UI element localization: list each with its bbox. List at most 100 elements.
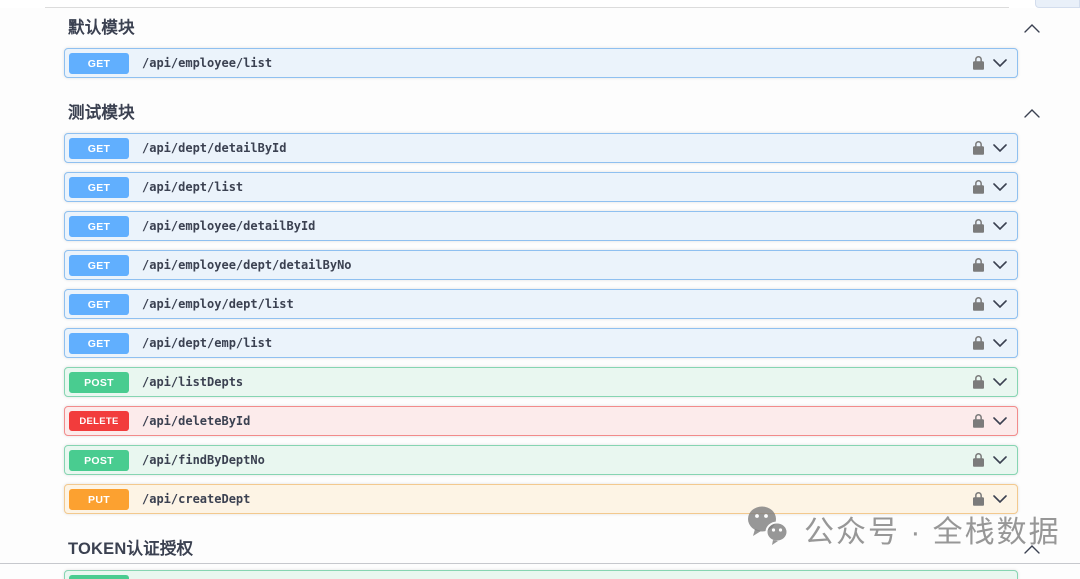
api-section: TOKEN认证授权 POST /token/generate xyxy=(0,523,1080,579)
chevron-down-icon xyxy=(993,374,1007,389)
expand-endpoint-button[interactable] xyxy=(993,339,1007,347)
endpoint-path: /api/employee/dept/detailByNo xyxy=(142,258,973,272)
section-rows: GET /api/employee/list xyxy=(64,48,1018,78)
auth-lock-button[interactable] xyxy=(973,56,984,70)
expand-endpoint-button[interactable] xyxy=(993,144,1007,152)
endpoint-path: /api/employee/list xyxy=(142,56,973,70)
endpoint-row[interactable]: POST /api/findByDeptNo xyxy=(64,445,1018,475)
method-badge: POST xyxy=(69,372,129,393)
chevron-down-icon xyxy=(993,218,1007,233)
lock-icon xyxy=(973,455,984,470)
method-badge: GET xyxy=(69,53,129,74)
auth-lock-button[interactable] xyxy=(973,219,984,233)
endpoint-path: /api/employee/detailById xyxy=(142,219,973,233)
endpoint-path: /api/dept/list xyxy=(142,180,973,194)
section-header: 默认模块 xyxy=(0,8,1080,48)
endpoint-row[interactable]: GET /api/dept/emp/list xyxy=(64,328,1018,358)
auth-lock-button[interactable] xyxy=(973,414,984,428)
expand-endpoint-button[interactable] xyxy=(993,183,1007,191)
collapse-section-button[interactable] xyxy=(1022,543,1042,556)
section-title[interactable]: TOKEN认证授权 xyxy=(68,537,1022,561)
auth-lock-button[interactable] xyxy=(973,297,984,311)
section-header: 测试模块 xyxy=(0,87,1080,133)
lock-icon xyxy=(973,494,984,509)
expand-endpoint-button[interactable] xyxy=(993,300,1007,308)
auth-lock-button[interactable] xyxy=(973,258,984,272)
auth-lock-button[interactable] xyxy=(973,375,984,389)
lock-icon xyxy=(973,377,984,392)
row-icons xyxy=(973,297,1007,311)
endpoint-row[interactable]: GET /api/employ/dept/list xyxy=(64,289,1018,319)
auth-lock-button[interactable] xyxy=(973,180,984,194)
endpoint-path: /api/dept/emp/list xyxy=(142,336,973,350)
endpoint-path: /api/dept/detailById xyxy=(142,141,973,155)
lock-icon xyxy=(973,182,984,197)
lock-icon xyxy=(973,260,984,275)
row-icons xyxy=(973,492,1007,506)
method-badge: GET xyxy=(69,333,129,354)
chevron-down-icon xyxy=(993,179,1007,194)
endpoint-row[interactable]: GET /api/employee/list xyxy=(64,48,1018,78)
method-badge: GET xyxy=(69,255,129,276)
endpoint-path: /api/deleteById xyxy=(142,414,973,428)
endpoint-row[interactable]: POST /api/listDepts xyxy=(64,367,1018,397)
endpoint-row[interactable]: GET /api/dept/list xyxy=(64,172,1018,202)
row-icons xyxy=(973,219,1007,233)
endpoint-row[interactable]: PUT /api/createDept xyxy=(64,484,1018,514)
collapse-section-button[interactable] xyxy=(1022,22,1042,35)
method-badge: PUT xyxy=(69,489,129,510)
row-icons xyxy=(973,336,1007,350)
row-icons xyxy=(973,453,1007,467)
expand-endpoint-button[interactable] xyxy=(993,59,1007,67)
chevron-down-icon xyxy=(993,491,1007,506)
endpoint-row[interactable]: GET /api/employee/dept/detailByNo xyxy=(64,250,1018,280)
endpoint-row[interactable]: DELETE /api/deleteById xyxy=(64,406,1018,436)
section-rows: POST /token/generate xyxy=(64,570,1018,579)
method-badge: GET xyxy=(69,177,129,198)
auth-lock-button[interactable] xyxy=(973,453,984,467)
chevron-up-icon xyxy=(1024,106,1040,121)
chevron-down-icon xyxy=(993,452,1007,467)
chevron-down-icon xyxy=(993,335,1007,350)
api-doc: 默认模块 GET /api/employee/list xyxy=(0,8,1080,579)
collapse-section-button[interactable] xyxy=(1022,107,1042,120)
section-header: TOKEN认证授权 xyxy=(0,523,1080,564)
endpoint-row[interactable]: GET /api/dept/detailById xyxy=(64,133,1018,163)
endpoint-path: /api/listDepts xyxy=(142,375,973,389)
auth-lock-button[interactable] xyxy=(973,492,984,506)
expand-endpoint-button[interactable] xyxy=(993,456,1007,464)
lock-icon xyxy=(973,416,984,431)
row-icons xyxy=(973,414,1007,428)
auth-lock-button[interactable] xyxy=(973,141,984,155)
section-title[interactable]: 测试模块 xyxy=(68,101,1022,125)
method-badge: GET xyxy=(69,294,129,315)
expand-endpoint-button[interactable] xyxy=(993,495,1007,503)
chevron-down-icon xyxy=(993,55,1007,70)
endpoint-row[interactable]: POST /token/generate xyxy=(64,570,1018,579)
top-cutoff-panel-corner xyxy=(1035,0,1080,8)
row-icons xyxy=(973,258,1007,272)
expand-endpoint-button[interactable] xyxy=(993,417,1007,425)
chevron-up-icon xyxy=(1024,21,1040,36)
endpoint-path: /api/createDept xyxy=(142,492,973,506)
lock-icon xyxy=(973,299,984,314)
row-icons xyxy=(973,180,1007,194)
method-badge: DELETE xyxy=(69,411,129,431)
expand-endpoint-button[interactable] xyxy=(993,378,1007,386)
method-badge: GET xyxy=(69,216,129,237)
lock-icon xyxy=(973,221,984,236)
section-title[interactable]: 默认模块 xyxy=(68,16,1022,40)
chevron-down-icon xyxy=(993,140,1007,155)
endpoint-path: /api/employ/dept/list xyxy=(142,297,973,311)
row-icons xyxy=(973,375,1007,389)
chevron-up-icon xyxy=(1024,542,1040,557)
section-rows: GET /api/dept/detailById GET /api/dept/l… xyxy=(64,133,1018,514)
auth-lock-button[interactable] xyxy=(973,336,984,350)
api-section: 测试模块 GET /api/dept/detailById xyxy=(0,87,1080,514)
expand-endpoint-button[interactable] xyxy=(993,261,1007,269)
endpoint-path: /api/findByDeptNo xyxy=(142,453,973,467)
expand-endpoint-button[interactable] xyxy=(993,222,1007,230)
api-section: 默认模块 GET /api/employee/list xyxy=(0,8,1080,78)
row-icons xyxy=(973,56,1007,70)
endpoint-row[interactable]: GET /api/employee/detailById xyxy=(64,211,1018,241)
